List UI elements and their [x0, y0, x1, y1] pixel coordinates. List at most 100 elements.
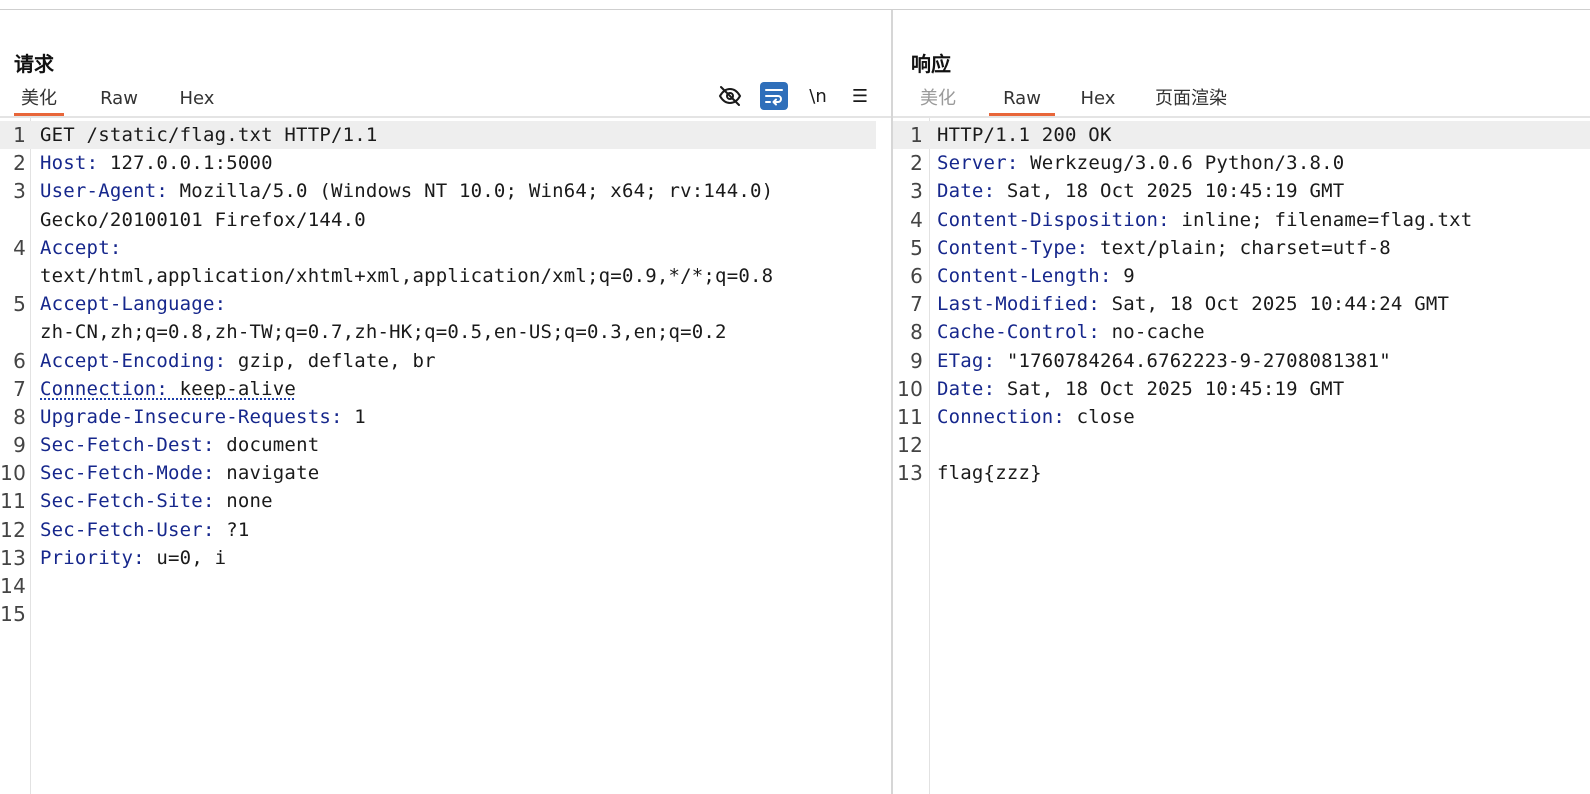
code-line: 13 flag{zzz}: [893, 459, 1590, 487]
header-separator: :: [214, 293, 227, 316]
header-name: Content-Disposition: [937, 208, 1159, 231]
header-separator: :: [133, 546, 145, 569]
line-number: 10: [0, 461, 26, 486]
line-text: Connection: close: [937, 403, 1135, 431]
header-separator: :: [156, 180, 169, 203]
line-text: Content-Length: 9: [937, 262, 1135, 290]
code-line: 4 Accept:: [0, 234, 876, 262]
request-editor[interactable]: 1 GET /static/flag.txt HTTP/1.1 2 Host: 127…: [0, 121, 876, 628]
line-number: 11: [897, 404, 923, 429]
line-text: Sec-Fetch-Dest: document: [40, 431, 319, 459]
line-text: Host: 127.0.0.1:5000: [40, 149, 273, 177]
request-tab-pretty[interactable]: 美化: [14, 86, 64, 116]
header-separator: :: [202, 518, 215, 541]
code-line: 10 Sec-Fetch-Mode: navigate: [0, 459, 876, 487]
code-line: 2 Host: 127.0.0.1:5000: [0, 149, 876, 177]
line-text: Gecko/20100101 Firefox/144.0: [40, 206, 366, 234]
code-line: 8 Cache-Control: no-cache: [893, 318, 1590, 346]
line-number: 1: [910, 123, 923, 147]
line-number: 9: [910, 348, 923, 373]
eye-slash-icon[interactable]: [716, 82, 744, 110]
code-line: 13 Priority: u=0, i: [0, 544, 876, 572]
header-separator: :: [983, 349, 996, 372]
code-line: 6 Accept-Encoding: gzip, deflate, br: [0, 347, 876, 375]
header-separator: :: [1158, 208, 1170, 231]
header-name: Sec-Fetch-User: [40, 518, 203, 541]
header-name: Accept-Language: [40, 293, 215, 316]
header-value: keep-alive: [168, 377, 297, 400]
header-separator: :: [983, 377, 996, 400]
line-number: 14: [0, 574, 26, 598]
line-number: 8: [13, 404, 26, 429]
code-line: 6 Content-Length: 9: [893, 262, 1590, 290]
header-separator: :: [1088, 321, 1100, 344]
response-editor[interactable]: 1 HTTP/1.1 200 OK 2 Server: Werkzeug/3.0.6 …: [893, 121, 1590, 487]
response-tab-render[interactable]: 页面渲染: [1151, 86, 1231, 116]
header-separator: :: [983, 180, 996, 203]
line-text: ETag: "1760784264.6762223-9-2708081381": [937, 347, 1391, 375]
line-text: Server: Werkzeug/3.0.6 Python/3.8.0: [937, 149, 1344, 177]
menu-icon[interactable]: ☰: [846, 82, 874, 110]
line-number: 3: [910, 179, 923, 204]
line-text: Accept:: [40, 234, 121, 262]
line-number: 9: [13, 433, 26, 458]
code-line: 2 Server: Werkzeug/3.0.6 Python/3.8.0: [893, 149, 1590, 177]
request-tab-hex[interactable]: Hex: [172, 86, 222, 116]
header-value: inline; filename=flag.txt: [1169, 208, 1473, 231]
line-text: Last-Modified: Sat, 18 Oct 2025 10:44:24…: [937, 290, 1449, 318]
code-line: 11 Sec-Fetch-Site: none: [0, 487, 876, 515]
line-number: 6: [13, 348, 26, 373]
header-name: Server: [937, 152, 1007, 175]
line-text: text/html,application/xhtml+xml,applicat…: [40, 262, 773, 290]
line-number: 2: [13, 151, 26, 176]
header-value: Werkzeug/3.0.6 Python/3.8.0: [1018, 152, 1345, 175]
response-tab-raw[interactable]: Raw: [989, 86, 1055, 116]
code-line: 8 Upgrade-Insecure-Requests: 1: [0, 403, 876, 431]
request-toolbar: \n ☰: [716, 82, 876, 112]
line-number: 12: [0, 517, 26, 542]
header-separator: :: [214, 349, 227, 372]
line-number: 11: [0, 489, 26, 514]
header-value: gzip, deflate, br: [226, 349, 436, 372]
header-separator: :: [202, 434, 215, 457]
header-name: Sec-Fetch-Mode: [40, 462, 203, 485]
line-text: HTTP/1.1 200 OK: [937, 121, 1112, 149]
line-text: Priority: u=0, i: [40, 544, 226, 572]
line-text: Accept-Encoding: gzip, deflate, br: [40, 347, 436, 375]
header-value: text/html,application/xhtml+xml,applicat…: [40, 264, 774, 287]
response-tab-pretty[interactable]: 美化: [913, 86, 963, 116]
line-number: 7: [910, 292, 923, 317]
header-name: Content-Type: [937, 236, 1077, 259]
header-name: Cache-Control: [937, 321, 1089, 344]
line-number: 1: [13, 123, 26, 147]
code-line: 4 Content-Disposition: inline; filename=f…: [893, 206, 1590, 234]
header-value: Sat, 18 Oct 2025 10:45:19 GMT: [995, 180, 1345, 203]
header-name: Date: [937, 180, 984, 203]
header-value: Sat, 18 Oct 2025 10:44:24 GMT: [1099, 293, 1450, 316]
header-value: document: [214, 434, 320, 457]
line-number: 7: [13, 376, 26, 401]
header-separator: :: [1053, 405, 1066, 428]
line-text: Sec-Fetch-User: ?1: [40, 516, 250, 544]
line-text: Cache-Control: no-cache: [937, 318, 1205, 346]
newline-icon[interactable]: \n: [804, 82, 832, 110]
request-tab-raw[interactable]: Raw: [92, 86, 146, 116]
header-value: u=0, i: [144, 546, 227, 569]
header-separator: :: [202, 490, 215, 513]
line-text: Connection: keep-alive: [40, 375, 296, 403]
line-number: 4: [910, 207, 923, 232]
response-tab-hex[interactable]: Hex: [1073, 86, 1123, 116]
header-name: Host: [40, 152, 87, 175]
header-value: Mozilla/5.0 (Windows NT 10.0; Win64; x64…: [168, 180, 774, 203]
request-pane: 请求 美化 Raw Hex \n ☰ 1 GET /static/flag.txt…: [0, 10, 891, 794]
header-name: Date: [937, 377, 984, 400]
line-number: 4: [13, 235, 26, 260]
line-text: flag{zzz}: [937, 459, 1042, 487]
code-line: 5 Accept-Language:: [0, 290, 876, 318]
code-line: 3 Date: Sat, 18 Oct 2025 10:45:19 GMT: [893, 177, 1590, 205]
wrap-icon[interactable]: [760, 82, 788, 110]
code-line: 11 Connection: close: [893, 403, 1590, 431]
header-value: flag{zzz}: [937, 462, 1042, 485]
line-number: 13: [0, 545, 26, 570]
line-text: User-Agent: Mozilla/5.0 (Windows NT 10.0…: [40, 177, 773, 205]
